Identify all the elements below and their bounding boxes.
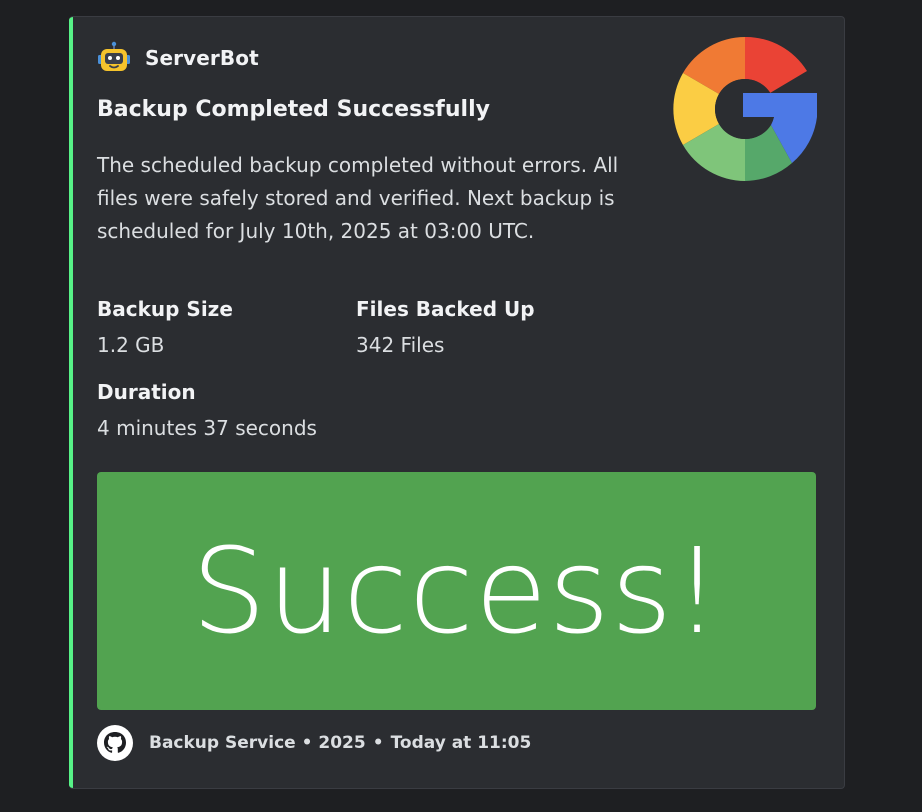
footer-text: Backup Service • 2025 [149, 733, 366, 753]
github-icon [97, 725, 133, 761]
embed-footer: Backup Service • 2025 • Today at 11:05 [97, 725, 531, 761]
embed-title: Backup Completed Successfully [97, 97, 490, 122]
embed-author[interactable]: ServerBot [97, 41, 259, 75]
footer-separator: • [372, 733, 384, 753]
field-files-backed-up: Files Backed Up 342 Files [356, 296, 535, 358]
field-value: 342 Files [356, 333, 445, 357]
field-duration: Duration 4 minutes 37 seconds [97, 379, 317, 441]
field-name: Backup Size [97, 297, 233, 321]
field-name: Files Backed Up [356, 297, 535, 321]
field-value: 1.2 GB [97, 333, 165, 357]
field-value: 4 minutes 37 seconds [97, 416, 317, 440]
field-name: Duration [97, 380, 196, 404]
footer-timestamp[interactable]: Today at 11:05 [391, 733, 532, 753]
embed-image[interactable]: Success! [97, 472, 816, 710]
embed-card: ServerBot Backup Completed Successfully … [69, 16, 845, 789]
robot-icon[interactable] [97, 41, 131, 75]
field-backup-size: Backup Size 1.2 GB [97, 296, 233, 358]
embed-accent-bar [69, 17, 73, 788]
banner-success-text: Success! [191, 522, 722, 660]
google-logo-icon[interactable] [673, 37, 817, 181]
embed-description: The scheduled backup completed without e… [97, 153, 619, 243]
author-name[interactable]: ServerBot [145, 46, 259, 70]
